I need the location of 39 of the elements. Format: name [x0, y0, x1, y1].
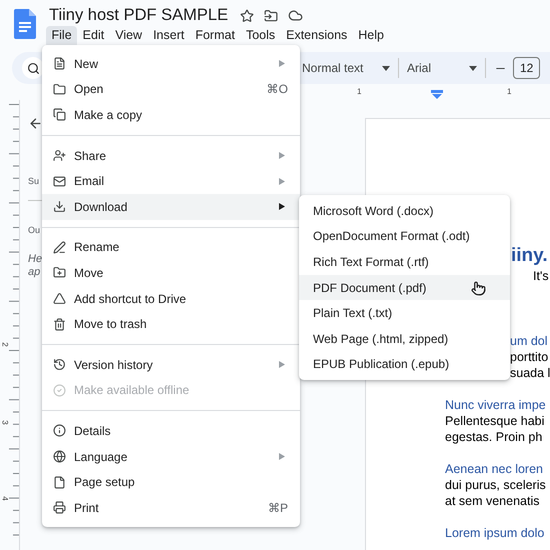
panel-label: Ou: [28, 224, 40, 237]
document-heading: um dol: [510, 333, 548, 349]
outline-hint: He: [28, 253, 42, 266]
menu-item-label: Print: [74, 500, 99, 515]
ruler-number: 4: [0, 496, 10, 501]
menu-item-label: Version history: [74, 358, 153, 372]
menu-item-label: Details: [74, 424, 111, 438]
document-text: It's: [533, 268, 549, 284]
menu-item-label: Download: [74, 200, 128, 214]
menu-item-label: Language: [74, 450, 128, 464]
document-heading: Aenean nec loren: [445, 461, 543, 477]
ruler-number: 2: [0, 342, 10, 347]
menu-item-label: Share: [74, 148, 106, 163]
outline-hint: ap: [28, 266, 40, 279]
shortcut-label: ⌘P: [268, 500, 288, 515]
menu-item-label: Page setup: [74, 475, 135, 490]
menu-item-label: Email: [74, 174, 104, 188]
ruler-number: 3: [0, 420, 10, 425]
menu-item-label: Move: [74, 266, 104, 280]
document-heading: iiny.: [511, 244, 548, 268]
shortcut-label: ⌘O: [266, 82, 288, 96]
document-text: egestas. Proin ph: [445, 429, 542, 445]
ruler-number: 1: [507, 87, 512, 96]
document-heading: Nunc viverra impe: [445, 397, 546, 413]
menu-item-label: New: [74, 56, 98, 71]
document-text: porttito: [510, 349, 548, 365]
ruler-number: 1: [357, 87, 362, 96]
document-heading: Lorem ipsum dolo: [445, 525, 544, 541]
panel-label: Su: [28, 175, 40, 188]
document-text: at sem venenatis: [445, 493, 540, 509]
document-text: dui purus, sceleris: [445, 477, 546, 493]
document-text: suada l: [510, 365, 550, 381]
menu-item-label: Make a copy: [74, 108, 142, 122]
menu-item-label: Open: [74, 82, 104, 96]
document-text: Pellentesque habi: [445, 413, 544, 429]
menu-item-label: Add shortcut to Drive: [74, 292, 186, 306]
menu-item-label: Rename: [74, 240, 120, 254]
menu-item-label: Move to trash: [74, 317, 147, 332]
menu-item-label: Make available offline: [74, 383, 190, 398]
